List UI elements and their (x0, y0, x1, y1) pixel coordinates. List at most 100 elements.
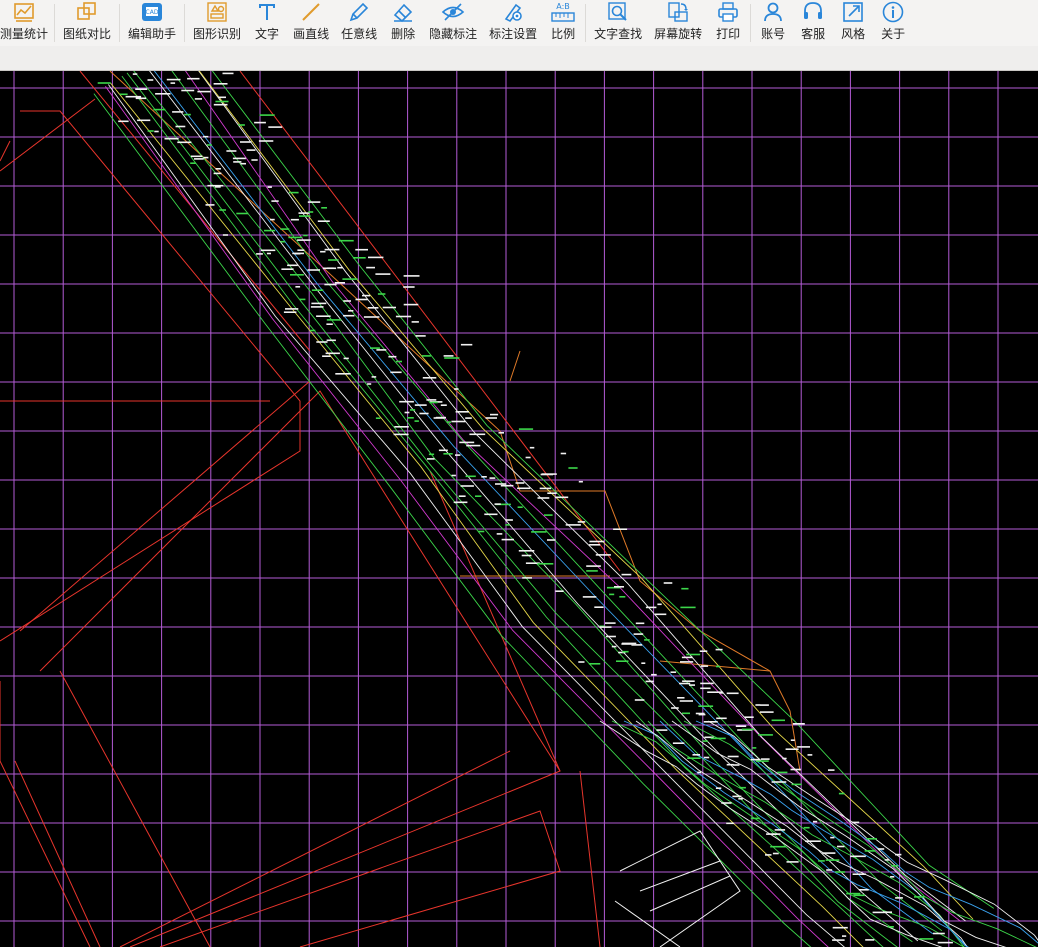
survey-mark (236, 212, 249, 215)
delete-button[interactable]: 删除 (383, 0, 423, 46)
text-button[interactable]: 文字 (247, 0, 287, 46)
survey-mark (266, 252, 271, 255)
building-outline (614, 830, 741, 947)
survey-mark (494, 503, 501, 505)
survey-mark (256, 253, 263, 255)
survey-mark (752, 747, 757, 749)
survey-mark (790, 768, 801, 771)
contour-line (211, 71, 995, 909)
toolbar-separator (750, 4, 752, 42)
survey-mark (577, 521, 586, 523)
freehand-icon (345, 0, 373, 24)
text-search-icon (604, 0, 632, 24)
survey-mark (785, 748, 799, 750)
survey-mark (213, 103, 228, 106)
survey-mark (316, 341, 328, 343)
survey-mark (363, 316, 380, 318)
account-label: 账号 (761, 27, 786, 41)
survey-mark (864, 850, 876, 852)
scale-button[interactable]: A:B 比例 (543, 0, 583, 46)
survey-mark (367, 307, 379, 309)
toolbar-separator (184, 4, 186, 42)
measure-stats-icon (10, 0, 38, 24)
print-button[interactable]: 打印 (708, 0, 748, 46)
style-button[interactable]: 风格 (833, 0, 873, 46)
survey-mark (641, 662, 646, 664)
account-button[interactable]: 账号 (753, 0, 793, 46)
survey-mark (137, 119, 151, 122)
annotation-settings-button[interactable]: 标注设置 (483, 0, 543, 46)
survey-mark (807, 754, 813, 756)
survey-mark (645, 606, 657, 609)
measure-stats-button[interactable]: 测量统计 (0, 0, 52, 46)
scale-icon: A:B (549, 0, 577, 24)
edit-assistant-button[interactable]: CAD 编辑助手 (122, 0, 182, 46)
survey-mark (170, 82, 176, 84)
survey-mark (485, 417, 497, 419)
drawing-canvas[interactable] (0, 71, 1038, 947)
survey-mark (404, 411, 410, 414)
survey-mark (321, 207, 327, 209)
freehand-label: 任意线 (341, 27, 378, 41)
print-label: 打印 (716, 27, 741, 41)
survey-mark (335, 373, 351, 375)
survey-mark (517, 487, 531, 490)
survey-mark (352, 257, 366, 259)
survey-mark (267, 186, 272, 188)
about-button[interactable]: 关于 (873, 0, 913, 46)
cad-drawing[interactable] (0, 71, 1038, 947)
shape-recognize-icon (203, 0, 231, 24)
survey-mark (322, 355, 331, 357)
support-button[interactable]: 客服 (793, 0, 833, 46)
survey-mark (377, 293, 386, 295)
survey-mark (645, 680, 654, 683)
survey-mark (727, 755, 739, 758)
survey-mark (671, 707, 679, 709)
survey-mark (414, 420, 419, 422)
survey-mark (884, 911, 892, 913)
survey-mark (260, 249, 276, 252)
survey-mark (700, 682, 714, 685)
survey-mark (194, 158, 204, 160)
survey-mark (435, 416, 446, 419)
hide-annotation-button[interactable]: 隐藏标注 (423, 0, 483, 46)
survey-mark (560, 452, 567, 455)
survey-mark (496, 533, 503, 535)
survey-mark (490, 413, 499, 416)
survey-mark (465, 475, 476, 478)
shape-recognize-button[interactable]: 图形识别 (187, 0, 247, 46)
edit-assistant-label: 编辑助手 (128, 27, 177, 41)
survey-mark (732, 764, 740, 766)
survey-mark (213, 83, 228, 85)
survey-mark (594, 606, 604, 608)
survey-mark (254, 121, 266, 124)
annotation-settings-label: 标注设置 (489, 27, 538, 41)
survey-mark (415, 335, 426, 337)
survey-mark (421, 355, 431, 357)
survey-mark (826, 869, 833, 871)
survey-mark (818, 860, 825, 862)
survey-mark (324, 248, 340, 251)
survey-mark (288, 236, 303, 239)
compare-button[interactable]: 图纸对比 (57, 0, 117, 46)
survey-mark (281, 268, 294, 270)
survey-mark (555, 590, 564, 592)
survey-mark (460, 343, 473, 346)
survey-mark (568, 467, 578, 469)
rotate-screen-button[interactable]: 屏幕旋转 (648, 0, 708, 46)
line-button[interactable]: 画直线 (287, 0, 335, 46)
survey-mark (887, 926, 894, 928)
survey-mark (595, 554, 611, 556)
text-search-button[interactable]: 文字查找 (588, 0, 648, 46)
survey-mark (716, 665, 721, 668)
survey-mark (739, 786, 746, 789)
survey-mark (700, 687, 711, 690)
survey-mark (222, 72, 234, 75)
survey-mark (393, 433, 409, 436)
survey-mark (670, 671, 677, 673)
survey-mark (656, 729, 668, 731)
survey-mark (362, 294, 371, 297)
freehand-button[interactable]: 任意线 (335, 0, 383, 46)
svg-text:A:B: A:B (556, 2, 570, 11)
survey-mark (770, 845, 786, 848)
